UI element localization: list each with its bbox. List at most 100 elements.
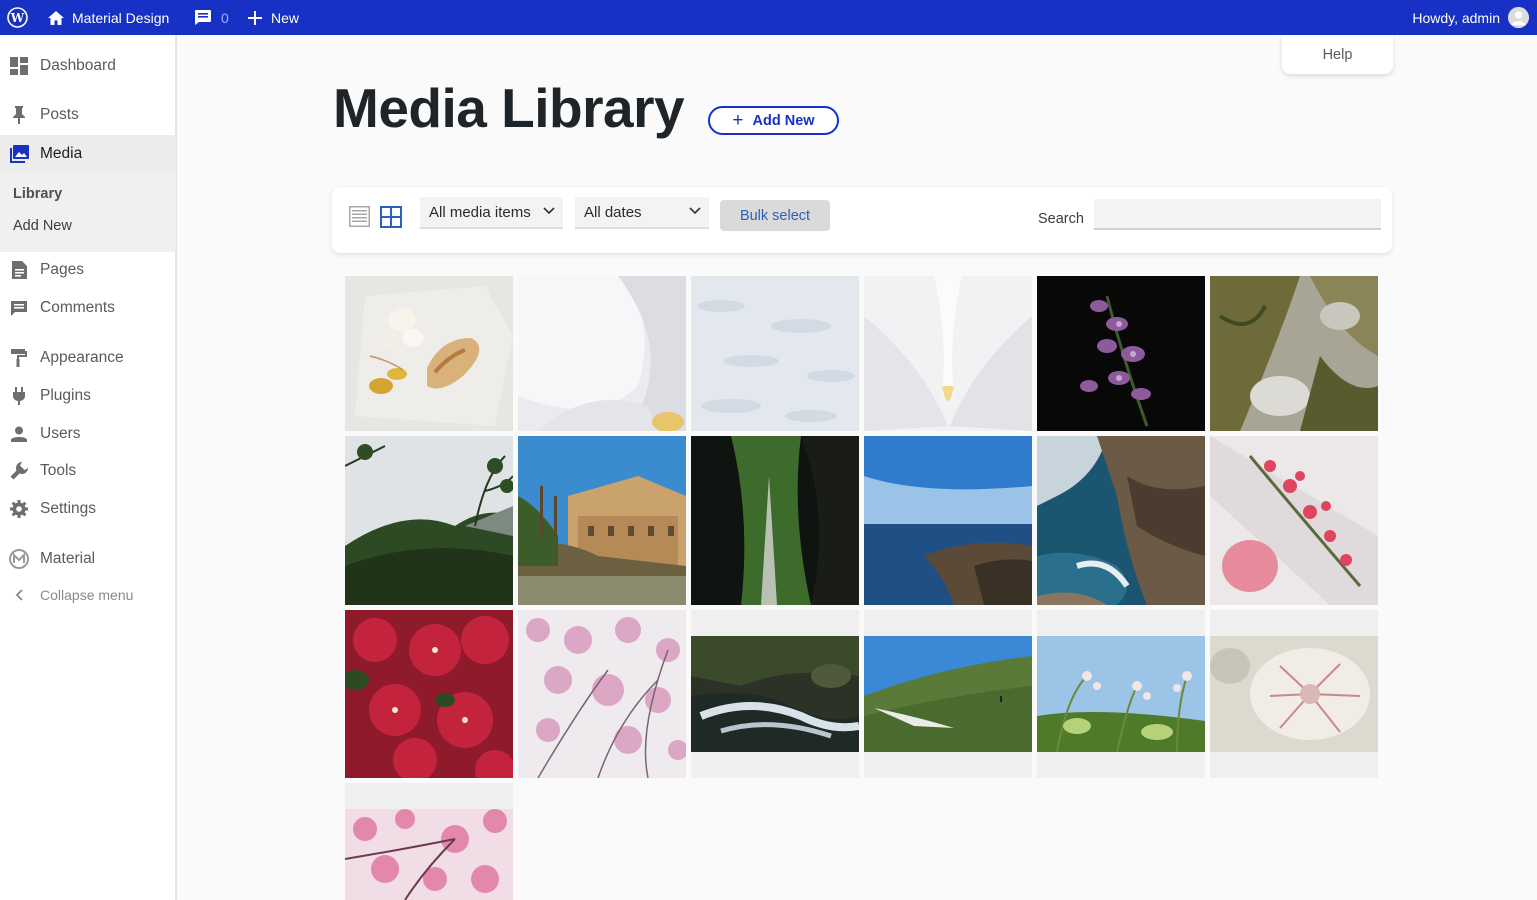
plug-icon: [9, 386, 29, 406]
my-account-link[interactable]: Howdy, admin: [1412, 0, 1529, 35]
chevron-down-icon: [689, 207, 701, 215]
svg-text:W: W: [10, 11, 25, 25]
media-item[interactable]: [345, 610, 513, 778]
sidebar-item-pages[interactable]: Pages: [0, 251, 176, 289]
media-type-filter[interactable]: All media items: [420, 197, 563, 229]
media-thumbnail: [345, 276, 513, 431]
media-item[interactable]: [691, 276, 859, 431]
media-item[interactable]: [1210, 436, 1378, 605]
plus-icon: [248, 10, 262, 25]
sidebar-item-label: Dashboard: [40, 57, 116, 74]
sidebar-item-plugins[interactable]: Plugins: [0, 377, 176, 415]
sidebar-item-label: Media: [40, 145, 83, 162]
sidebar-item-label: Users: [40, 425, 81, 442]
sidebar-item-settings[interactable]: Settings: [0, 490, 176, 528]
sidebar-item-label: Tools: [40, 462, 77, 479]
sidebar-item-material[interactable]: Material: [0, 540, 176, 578]
media-thumbnail: [864, 636, 1032, 752]
date-filter[interactable]: All dates: [575, 197, 709, 229]
comment-bubble-icon: [195, 10, 211, 25]
list-view-icon[interactable]: [349, 206, 370, 227]
page-title: Media Library: [333, 77, 685, 139]
add-new-button[interactable]: + Add New: [708, 106, 839, 135]
media-thumbnail: [1037, 436, 1205, 605]
add-new-label: Add New: [752, 112, 815, 129]
search-label: Search: [1038, 211, 1084, 227]
media-item[interactable]: [1210, 610, 1378, 778]
sidebar-item-comments[interactable]: Comments: [0, 289, 176, 327]
sidebar-item-label: Pages: [40, 261, 84, 278]
media-thumbnail: [1210, 636, 1378, 752]
media-item[interactable]: [864, 276, 1032, 431]
chevron-left-icon: [9, 585, 29, 605]
media-item[interactable]: [1037, 276, 1205, 431]
greeting: Howdy, admin: [1412, 9, 1500, 26]
chevron-down-icon: [543, 207, 555, 215]
media-item[interactable]: [518, 276, 686, 431]
media-item[interactable]: [518, 610, 686, 778]
page-icon: [9, 260, 29, 280]
avatar: [1508, 7, 1529, 28]
media-item[interactable]: [345, 783, 513, 900]
media-item[interactable]: [864, 610, 1032, 778]
media-thumbnail: [345, 809, 513, 900]
media-item[interactable]: [864, 436, 1032, 605]
submenu-item-library[interactable]: Library: [13, 186, 62, 202]
media-item[interactable]: [691, 610, 859, 778]
sidebar-item-label: Appearance: [40, 349, 124, 366]
media-item[interactable]: [691, 436, 859, 605]
collapse-menu-button[interactable]: Collapse menu: [0, 576, 176, 614]
media-submenu: Library Add New: [0, 173, 176, 252]
sidebar-item-label: Settings: [40, 500, 97, 517]
media-thumbnail: [864, 436, 1032, 605]
media-thumbnail: [691, 436, 859, 605]
plus-icon: +: [732, 110, 744, 131]
media-thumbnail: [345, 610, 513, 778]
sidebar-item-appearance[interactable]: Appearance: [0, 339, 176, 377]
help-tab[interactable]: Help: [1282, 35, 1393, 74]
media-thumbnail: [518, 610, 686, 778]
sidebar-item-dashboard[interactable]: Dashboard: [0, 47, 176, 85]
media-thumbnail: [691, 276, 859, 431]
sidebar-item-label: Plugins: [40, 387, 91, 404]
wordpress-logo-icon[interactable]: W: [7, 7, 28, 28]
grid-view-icon[interactable]: [380, 206, 402, 228]
media-thumbnail: [1210, 436, 1378, 605]
sidebar-item-media[interactable]: Media: [0, 135, 176, 173]
media-item[interactable]: [345, 436, 513, 605]
search-input[interactable]: [1094, 199, 1381, 230]
media-item[interactable]: [518, 436, 686, 605]
media-item[interactable]: [1210, 276, 1378, 431]
sidebar-item-users[interactable]: Users: [0, 415, 176, 453]
dashboard-icon: [9, 56, 29, 76]
wrench-icon: [9, 461, 29, 481]
collapse-menu-label: Collapse menu: [40, 587, 134, 603]
media-toolbar: All media items All dates Bulk select Se…: [332, 187, 1392, 253]
site-name: Material Design: [72, 9, 170, 26]
admin-bar: W Material Design 0 New Howdy, admin: [0, 0, 1537, 35]
submenu-item-add-new[interactable]: Add New: [13, 218, 72, 234]
media-item[interactable]: [1037, 436, 1205, 605]
sidebar-item-label: Material: [40, 550, 96, 567]
media-thumbnail: [1210, 276, 1378, 431]
media-thumbnail: [691, 636, 859, 752]
bulk-select-button[interactable]: Bulk select: [720, 200, 830, 231]
media-thumbnail: [1037, 636, 1205, 752]
gear-icon: [9, 499, 29, 519]
site-home-link[interactable]: Material Design: [47, 0, 169, 35]
brush-icon: [9, 348, 29, 368]
sidebar-item-tools[interactable]: Tools: [0, 452, 176, 490]
material-logo-icon: [9, 549, 29, 569]
comment-icon: [9, 298, 29, 318]
sidebar-item-label: Comments: [40, 299, 115, 316]
media-thumbnail: [518, 436, 686, 605]
new-label: New: [271, 9, 300, 26]
media-item[interactable]: [1037, 610, 1205, 778]
sidebar-item-posts[interactable]: Posts: [0, 96, 176, 134]
admin-sidebar: Dashboard Posts Media Library Add New Pa…: [0, 35, 177, 900]
new-content-link[interactable]: New: [248, 0, 299, 35]
media-item[interactable]: [345, 276, 513, 431]
comments-link[interactable]: 0: [194, 0, 229, 35]
media-thumbnail: [518, 276, 686, 431]
pin-icon: [9, 105, 29, 125]
